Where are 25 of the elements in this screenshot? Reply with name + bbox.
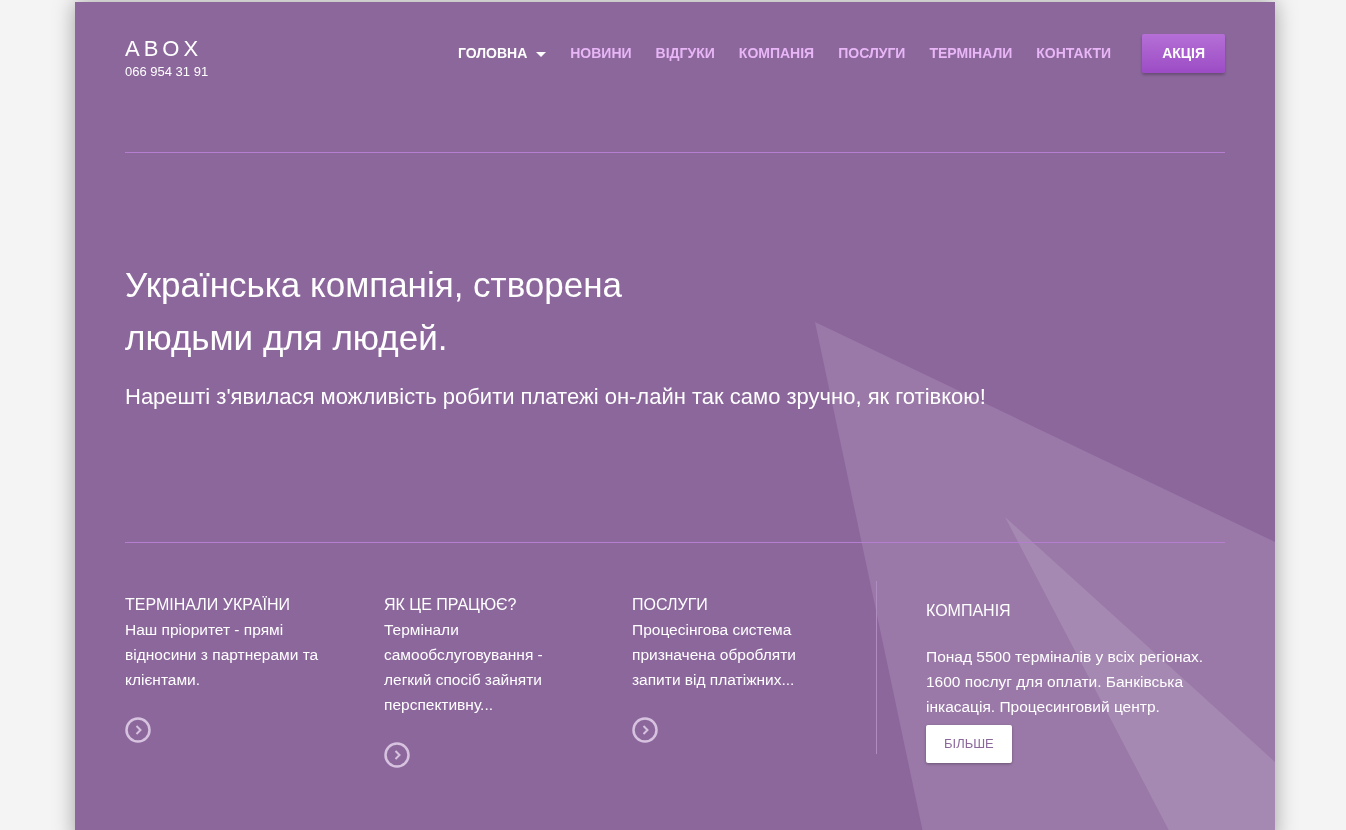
nav-link[interactable]: ВІДГУКИ [643, 43, 727, 64]
nav-link[interactable]: ГОЛОВНА [445, 43, 559, 64]
feature-title: ТЕРМІНАЛИ УКРАЇНИ [125, 595, 291, 615]
feature-title: ПОСЛУГИ [632, 595, 709, 615]
nav-link[interactable]: ТЕРМІНАЛИ [917, 43, 1025, 64]
promo-button[interactable]: АКЦІЯ [1142, 34, 1225, 73]
chevron-circle-icon[interactable] [125, 717, 151, 743]
feature-title: ЯК ЦЕ ПРАЦЮЄ? [384, 595, 518, 615]
nav-link[interactable]: КОМПАНІЯ [726, 43, 827, 64]
logo[interactable]: ABOX [125, 38, 209, 60]
feature-text: Термінали самообслуговування - легкий спосіб зайняти перспективну... [384, 620, 544, 715]
company-title: КОМПАНІЯ [926, 601, 1012, 621]
feature-text: Наш пріоритет - прямі відносини з партнерами та клієнтами. [125, 620, 320, 690]
feature-text: Процесінгова система призначена обробляти запити від платіжних... [632, 620, 797, 690]
chevron-circle-icon[interactable] [384, 742, 410, 768]
chevron-circle-icon[interactable] [632, 717, 658, 743]
nav-link[interactable]: НОВИНИ [558, 43, 644, 64]
phone-number: 066 954 31 91 [125, 63, 209, 81]
hero-subtitle: Нарешті з'явилася можливість робити платежі он-лайн так само зручно, як готівкою! [125, 383, 987, 411]
nav-link[interactable]: КОНТАКТИ [1024, 43, 1124, 64]
company-text: Понад 5500 терміналів у всіх регіонах. 1600 послуг для оплати. Банківська інкасація. Процесинговий центр. [926, 647, 1205, 717]
more-button[interactable]: БІЛЬШЕ [926, 725, 1012, 763]
hero-title: Українська компанія, створена [125, 264, 624, 306]
hero-title: людьми для людей. [125, 317, 449, 359]
nav-link[interactable]: ПОСЛУГИ [826, 43, 918, 64]
